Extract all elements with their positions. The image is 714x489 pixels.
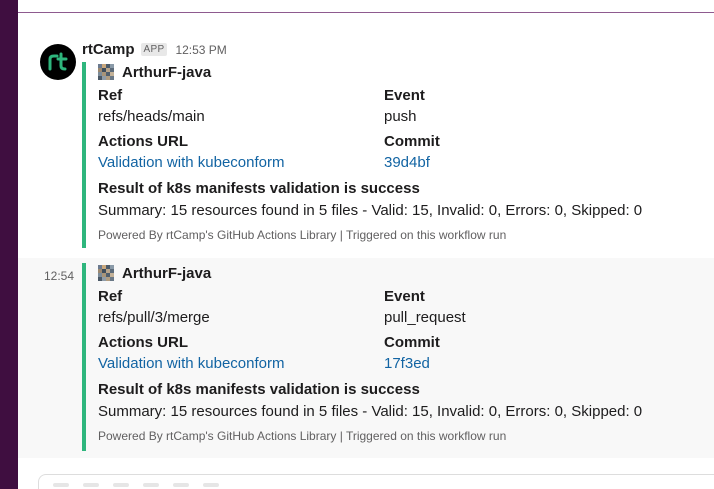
result-summary: Summary: 15 resources found in 5 files -…	[98, 202, 643, 219]
field-value: refs/heads/main	[98, 108, 205, 125]
app-badge: APP	[140, 43, 168, 56]
field-title: Commit	[384, 334, 440, 351]
field-title: Actions URL	[98, 133, 188, 150]
field-value: pull_request	[384, 309, 466, 326]
message-header: rtCamp APP 12:53 PM	[82, 41, 227, 58]
field-commit: Commit 17f3ed	[384, 333, 644, 379]
field-title: Event	[384, 288, 425, 305]
format-icon[interactable]	[143, 483, 159, 487]
actions-url-link[interactable]: Validation with kubeconform	[98, 152, 384, 174]
attachment-author: ArthurF-java	[98, 63, 714, 81]
message-timestamp[interactable]: 12:53 PM	[175, 43, 226, 57]
message-timestamp[interactable]: 12:54	[44, 269, 74, 283]
attachment-fields: Ref refs/pull/3/merge Event pull_request…	[98, 287, 714, 379]
commit-link[interactable]: 39d4bf	[384, 152, 644, 174]
field-commit: Commit 39d4bf	[384, 132, 644, 178]
format-icon[interactable]	[53, 483, 69, 487]
workspace-sidebar-strip	[0, 0, 18, 489]
rtcamp-avatar[interactable]	[40, 44, 76, 80]
field-event: Event push	[384, 86, 644, 132]
field-ref: Ref refs/pull/3/merge	[98, 287, 384, 333]
field-title: Ref	[98, 288, 123, 305]
attachment-fields: Ref refs/heads/main Event push Actions U…	[98, 86, 714, 178]
format-icon[interactable]	[173, 483, 189, 487]
sender-name[interactable]: rtCamp	[82, 41, 135, 58]
field-value: push	[384, 108, 417, 125]
field-event: Event pull_request	[384, 287, 644, 333]
actions-url-link[interactable]: Validation with kubeconform	[98, 353, 384, 375]
field-title: Actions URL	[98, 334, 188, 351]
result-summary: Summary: 15 resources found in 5 files -…	[98, 403, 643, 420]
author-avatar-icon	[98, 265, 114, 281]
message-2: 12:54 ArthurF-java Ref refs/pull/3/merge…	[18, 258, 714, 458]
attachment-footer: Powered By rtCamp's GitHub Actions Libra…	[98, 429, 507, 443]
field-ref: Ref refs/heads/main	[98, 86, 384, 132]
commit-link[interactable]: 17f3ed	[384, 353, 644, 375]
format-icon[interactable]	[113, 483, 129, 487]
author-name: ArthurF-java	[122, 63, 212, 81]
field-title: Commit	[384, 133, 440, 150]
attachment: ArthurF-java Ref refs/pull/3/merge Event…	[82, 263, 714, 451]
field-title: Ref	[98, 87, 123, 104]
message-1: rtCamp APP 12:53 PM ArthurF-java Ref ref…	[18, 36, 714, 256]
field-actions-url: Actions URL Validation with kubeconform	[98, 132, 384, 178]
result-title: Result of k8s manifests validation is su…	[98, 180, 420, 197]
field-actions-url: Actions URL Validation with kubeconform	[98, 333, 384, 379]
format-icon[interactable]	[83, 483, 99, 487]
field-title: Event	[384, 87, 425, 104]
rtcamp-logo-icon	[48, 52, 68, 71]
attachment-author: ArthurF-java	[98, 264, 714, 282]
author-avatar-icon	[98, 64, 114, 80]
attachment-footer: Powered By rtCamp's GitHub Actions Libra…	[98, 228, 507, 242]
attachment: ArthurF-java Ref refs/heads/main Event p…	[82, 62, 714, 248]
result-title: Result of k8s manifests validation is su…	[98, 381, 420, 398]
composer-toolbar	[53, 483, 219, 487]
message-composer[interactable]	[38, 474, 714, 489]
author-name: ArthurF-java	[122, 264, 212, 282]
format-icon[interactable]	[203, 483, 219, 487]
top-divider	[18, 12, 714, 13]
field-value: refs/pull/3/merge	[98, 309, 210, 326]
